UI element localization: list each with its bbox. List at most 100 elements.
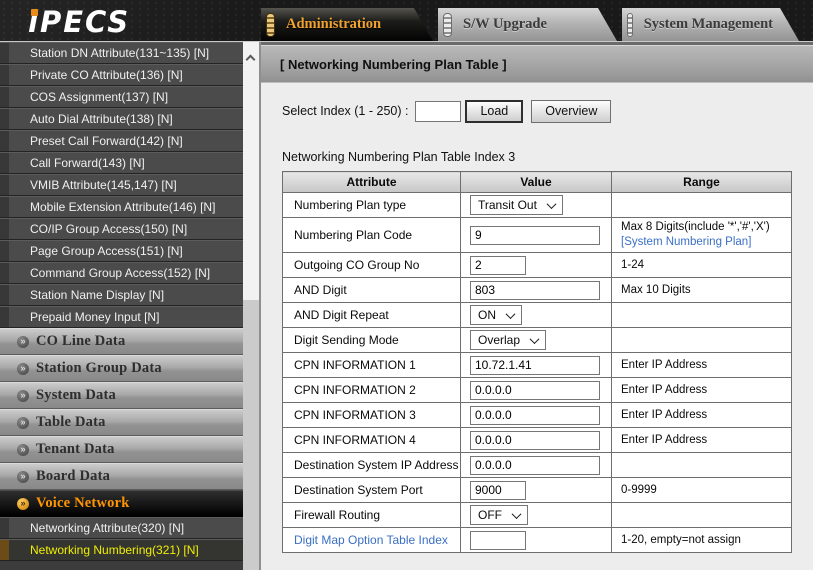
section-arrow-icon: » bbox=[17, 471, 29, 483]
section-arrow-icon: » bbox=[17, 390, 29, 402]
scrollbar-thumb[interactable] bbox=[243, 300, 259, 570]
select-index-input[interactable] bbox=[415, 101, 461, 122]
sidebar-item-call-forward-143-n[interactable]: Call Forward(143) [N] bbox=[0, 152, 243, 174]
table-row: Numbering Plan type Transit Out bbox=[283, 193, 792, 218]
table-caption: Networking Numbering Plan Table Index 3 bbox=[282, 150, 813, 164]
section-arrow-icon: » bbox=[17, 363, 29, 375]
tab-s-w-upgrade[interactable]: S/W Upgrade bbox=[438, 8, 617, 41]
range-text: Enter IP Address bbox=[621, 408, 791, 423]
top-header: iPECS Administration S/W Upgrade System Ma… bbox=[0, 0, 813, 42]
destination-system-port-input[interactable] bbox=[470, 481, 526, 500]
sidebar-item-vmib-attribute-145-147-n[interactable]: VMIB Attribute(145,147) [N] bbox=[0, 174, 243, 196]
attribute-label: Outgoing CO Group No bbox=[294, 258, 419, 272]
sidebar-section-board-data[interactable]: »Board Data bbox=[0, 463, 243, 490]
range-cell bbox=[612, 328, 792, 353]
sidebar-item-prepaid-money-input-n[interactable]: Prepaid Money Input [N] bbox=[0, 306, 243, 328]
attribute-label: Destination System IP Address bbox=[294, 458, 459, 472]
ipecs-logo-dot-icon bbox=[31, 9, 38, 16]
outgoing-co-group-no-input[interactable] bbox=[470, 256, 526, 275]
cpn-information-4-input[interactable] bbox=[470, 431, 600, 450]
sidebar-menu: Station DN Attribute(131~135) [N]Private… bbox=[0, 42, 243, 570]
range-cell: 1-24 bbox=[612, 253, 792, 278]
range-cell bbox=[612, 193, 792, 218]
range-text: Enter IP Address bbox=[621, 358, 791, 373]
sidebar-section-station-group-data[interactable]: » Station Group Data bbox=[0, 355, 243, 382]
tab-grip-icon bbox=[266, 13, 275, 37]
attribute-cell: CPN INFORMATION 2 bbox=[283, 378, 461, 403]
value-cell bbox=[461, 453, 612, 478]
range-text: Enter IP Address bbox=[621, 383, 791, 398]
tab-administration[interactable]: Administration bbox=[261, 8, 433, 41]
attribute-cell: Digit Map Option Table Index bbox=[283, 528, 461, 553]
range-text: Max 10 Digits bbox=[621, 283, 791, 298]
ipecs-logo-text: iPECS bbox=[28, 5, 130, 39]
range-cell: Max 8 Digits(include '*','#','X')[System… bbox=[612, 218, 792, 253]
section-arrow-icon: » bbox=[17, 417, 29, 429]
attribute-label: CPN INFORMATION 2 bbox=[294, 383, 416, 397]
sidebar-item-station-dn-attribute-131-135-n[interactable]: Station DN Attribute(131~135) [N] bbox=[0, 42, 243, 64]
table-row: Firewall Routing OFF bbox=[283, 503, 792, 528]
attribute-cell: AND Digit bbox=[283, 278, 461, 303]
value-cell: Overlap bbox=[461, 328, 612, 353]
sidebar-section-voice-network[interactable]: »Voice Network bbox=[0, 490, 243, 517]
select-value: OFF bbox=[478, 508, 502, 522]
cpn-information-3-input[interactable] bbox=[470, 406, 600, 425]
sidebar-item-private-co-attribute-136-n[interactable]: Private CO Attribute(136) [N] bbox=[0, 64, 243, 86]
attribute-cell: Numbering Plan Code bbox=[283, 218, 461, 253]
sidebar-item-page-group-access-151-n[interactable]: Page Group Access(151) [N] bbox=[0, 240, 243, 262]
sidebar-item-cos-assignment-137-n[interactable]: COS Assignment(137) [N] bbox=[0, 86, 243, 108]
value-cell bbox=[461, 528, 612, 553]
sidebar-item-co-ip-group-access-150-n[interactable]: CO/IP Group Access(150) [N] bbox=[0, 218, 243, 240]
tab-label: S/W Upgrade bbox=[463, 16, 547, 33]
attribute-cell: Numbering Plan type bbox=[283, 193, 461, 218]
attribute-label: Destination System Port bbox=[294, 483, 423, 497]
range-cell: Max 10 Digits bbox=[612, 278, 792, 303]
firewall-routing-select[interactable]: OFF bbox=[470, 505, 528, 525]
section-label: Station Group Data bbox=[36, 360, 162, 377]
cpn-information-2-input[interactable] bbox=[470, 381, 600, 400]
attribute-label: Digit Sending Mode bbox=[294, 333, 399, 347]
and-digit-input[interactable] bbox=[470, 281, 600, 300]
sidebar-section-co-line-data[interactable]: »CO Line Data bbox=[0, 328, 243, 355]
column-header-attribute: Attribute bbox=[283, 172, 461, 193]
ipecs-logo: iPECS bbox=[28, 5, 130, 39]
sidebar-section-system-data[interactable]: »System Data bbox=[0, 382, 243, 409]
value-cell bbox=[461, 478, 612, 503]
attribute-label: Numbering Plan Code bbox=[294, 228, 412, 242]
index-controls: Select Index (1 - 250) : Load Overview bbox=[282, 99, 813, 123]
table-row: Destination System IP Address bbox=[283, 453, 792, 478]
sidebar-item-mobile-extension-attribute-146-n[interactable]: Mobile Extension Attribute(146) [N] bbox=[0, 196, 243, 218]
and-digit-repeat-select[interactable]: ON bbox=[470, 305, 522, 325]
chevron-down-icon bbox=[530, 334, 540, 344]
sidebar-item-station-name-display-n[interactable]: Station Name Display [N] bbox=[0, 284, 243, 306]
range-link-system-numbering-plan[interactable]: [System Numbering Plan] bbox=[621, 235, 791, 250]
sidebar-item-networking-attribute-320-n[interactable]: Networking Attribute(320) [N] bbox=[0, 517, 243, 539]
scrollbar-up-button[interactable] bbox=[243, 48, 259, 66]
numbering-plan-type-select[interactable]: Transit Out bbox=[470, 195, 563, 215]
destination-system-ip-address-input[interactable] bbox=[470, 456, 600, 475]
attribute-label: Firewall Routing bbox=[294, 508, 380, 522]
sidebar-section-table-data[interactable]: »Table Data bbox=[0, 409, 243, 436]
tab-system-management[interactable]: System Management bbox=[622, 8, 799, 41]
chevron-up-icon bbox=[246, 55, 256, 65]
table-header-row: AttributeValueRange bbox=[283, 172, 792, 193]
attribute-cell: CPN INFORMATION 1 bbox=[283, 353, 461, 378]
overview-button[interactable]: Overview bbox=[531, 100, 611, 123]
attribute-cell: Firewall Routing bbox=[283, 503, 461, 528]
digit-map-option-table-index-input[interactable] bbox=[470, 531, 526, 550]
load-button[interactable]: Load bbox=[465, 100, 523, 123]
numbering-plan-code-input[interactable] bbox=[470, 226, 600, 245]
sidebar-item-auto-dial-attribute-138-n[interactable]: Auto Dial Attribute(138) [N] bbox=[0, 108, 243, 130]
main-content: [ Networking Numbering Plan Table ] Sele… bbox=[259, 42, 813, 570]
value-cell bbox=[461, 218, 612, 253]
attribute-link-digit-map-option-table-index[interactable]: Digit Map Option Table Index bbox=[294, 533, 448, 547]
page-title: [ Networking Numbering Plan Table ] bbox=[261, 45, 813, 83]
table-row: Digit Map Option Table Index1-20, empty=… bbox=[283, 528, 792, 553]
sidebar-section-tenant-data[interactable]: »Tenant Data bbox=[0, 436, 243, 463]
digit-sending-mode-select[interactable]: Overlap bbox=[470, 330, 546, 350]
cpn-information-1-input[interactable] bbox=[470, 356, 600, 375]
sidebar-item-networking-numbering-321-n[interactable]: Networking Numbering(321) [N] bbox=[0, 539, 243, 561]
sidebar-item-command-group-access-152-n[interactable]: Command Group Access(152) [N] bbox=[0, 262, 243, 284]
sidebar-scrollbar[interactable] bbox=[243, 42, 259, 570]
sidebar-item-preset-call-forward-142-n[interactable]: Preset Call Forward(142) [N] bbox=[0, 130, 243, 152]
